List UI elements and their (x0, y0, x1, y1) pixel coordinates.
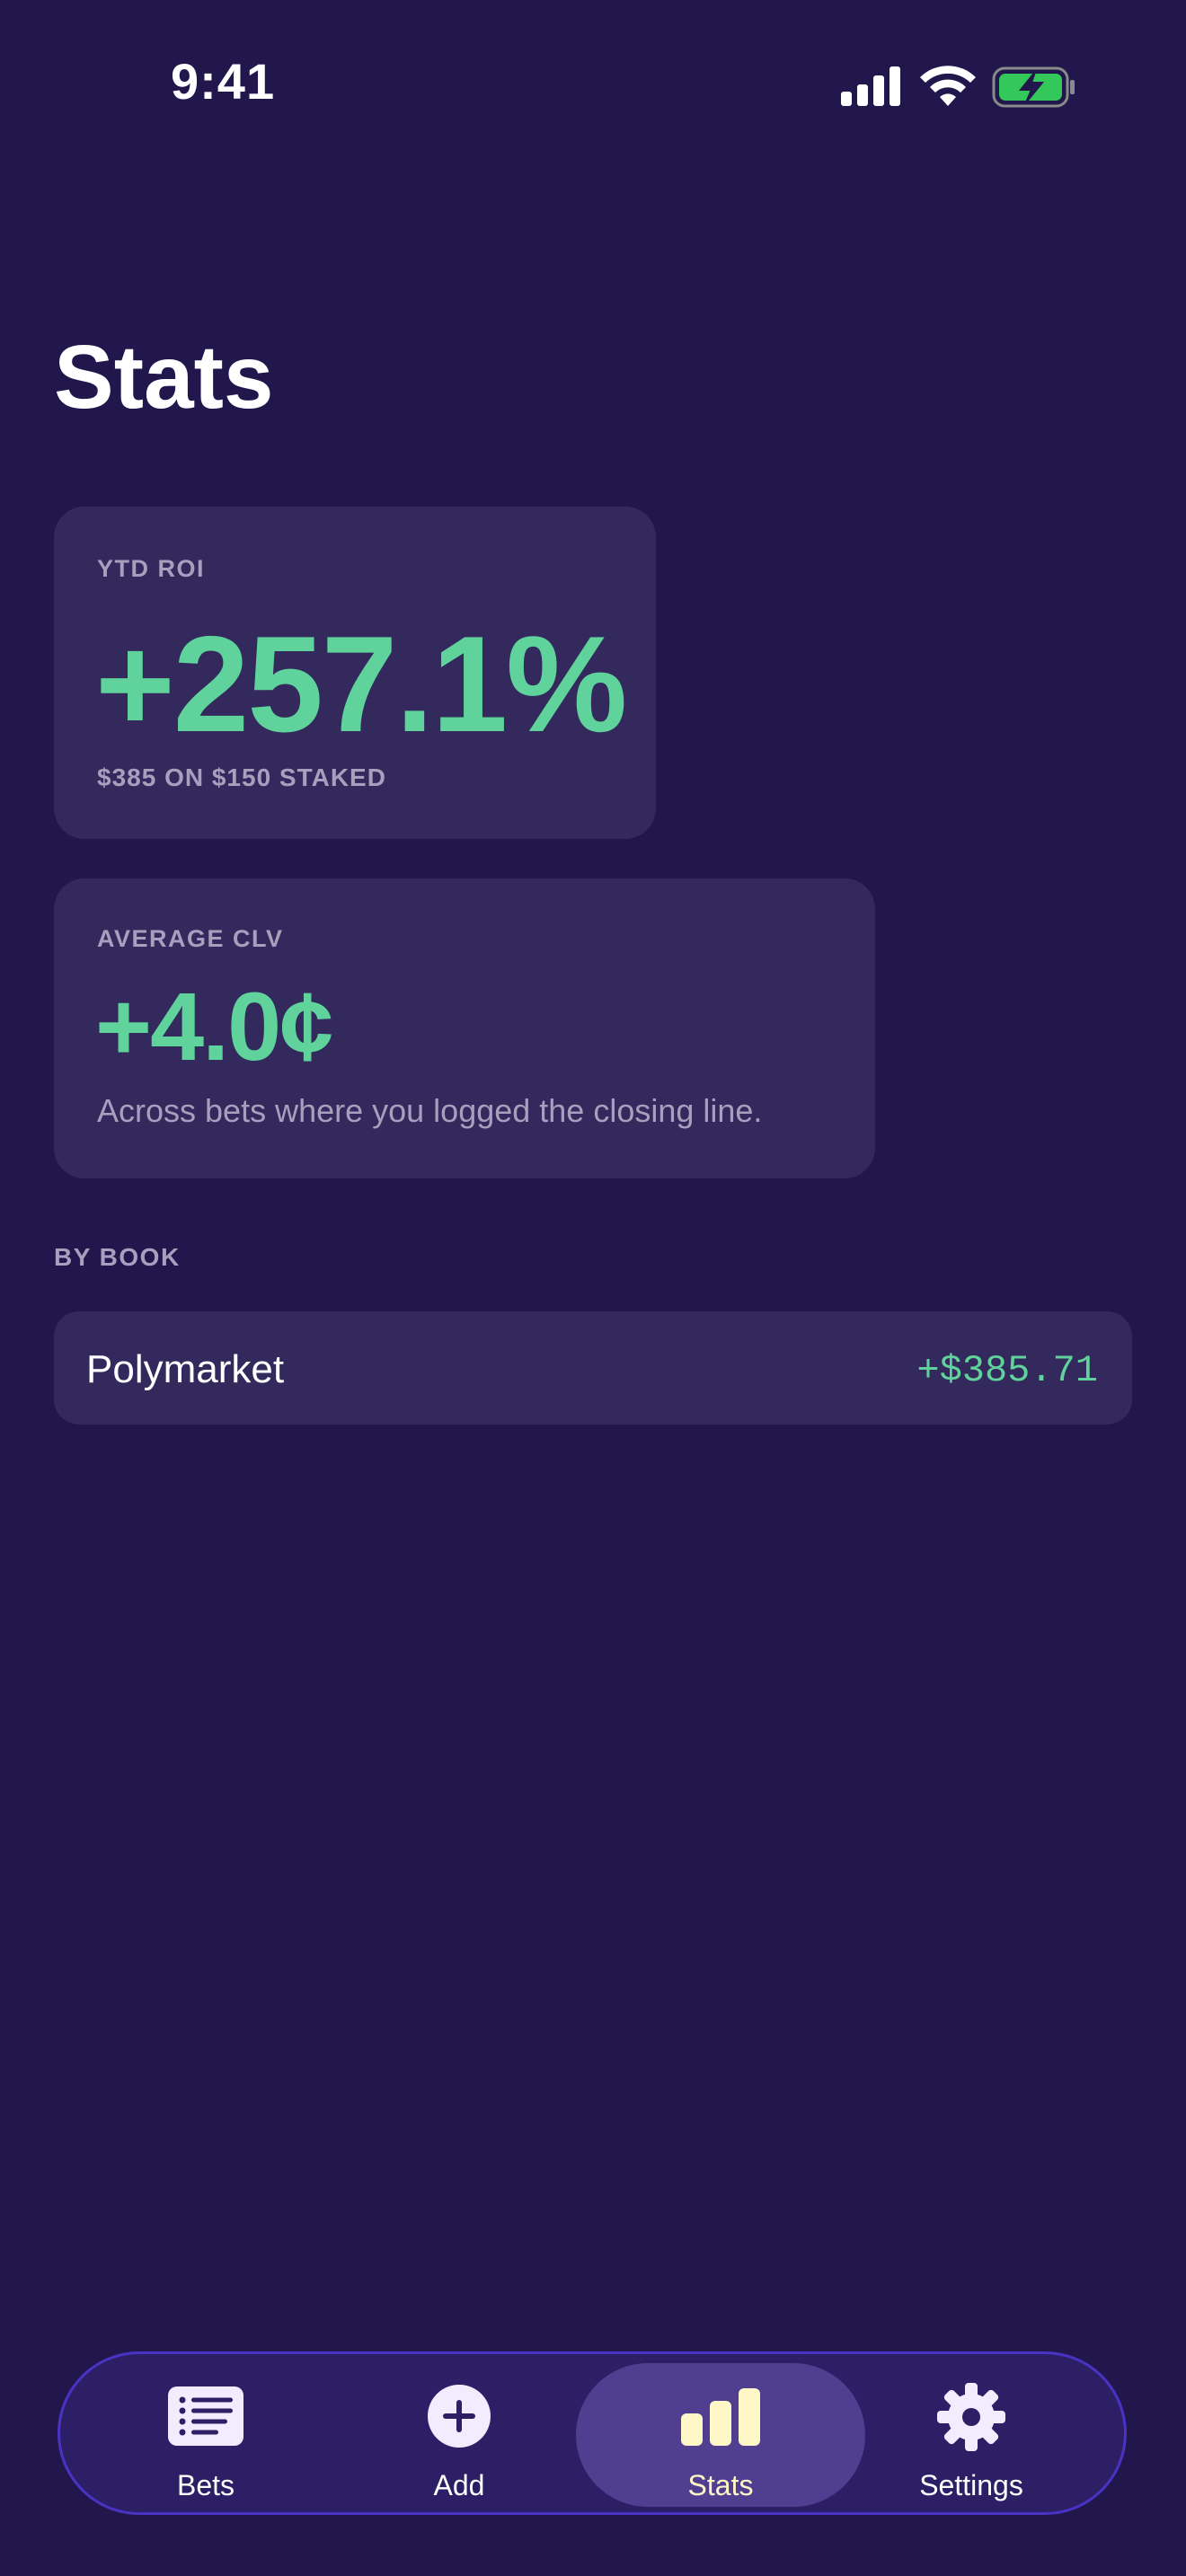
status-time: 9:41 (171, 53, 276, 110)
tab-bets[interactable]: Bets (62, 2363, 350, 2507)
ytd-roi-subtitle: $385 ON $150 STAKED (97, 763, 386, 791)
book-amount: +$385.71 (916, 1349, 1098, 1392)
average-clv-card: AVERAGE CLV +4.0¢ Across bets where you … (54, 878, 875, 1178)
battery-charging-icon (992, 66, 1075, 108)
list-icon (168, 2386, 243, 2446)
book-name: Polymarket (86, 1347, 285, 1391)
tab-settings[interactable]: Settings (828, 2363, 1115, 2507)
status-bar: 9:41 (0, 0, 1186, 171)
tab-bar: Bets Add Stats Settings (58, 2351, 1127, 2515)
cellular-signal-icon (841, 66, 900, 106)
average-clv-description: Across bets where you logged the closing… (97, 1092, 763, 1129)
by-book-header: BY BOOK (54, 1243, 181, 1271)
book-row-polymarket[interactable]: Polymarket +$385.71 (54, 1311, 1132, 1425)
ytd-roi-value: +257.1% (95, 608, 627, 761)
plus-circle-icon (428, 2385, 491, 2448)
ytd-roi-card: YTD ROI +257.1% $385 ON $150 STAKED (54, 507, 656, 839)
average-clv-value: +4.0¢ (95, 972, 333, 1081)
ytd-roi-label: YTD ROI (97, 555, 206, 582)
gear-icon (937, 2383, 1005, 2451)
tab-stats-label: Stats (687, 2469, 754, 2501)
tab-stats[interactable]: Stats (576, 2363, 865, 2507)
page-title: Stats (54, 327, 274, 428)
tab-bets-label: Bets (176, 2469, 235, 2501)
tab-settings-label: Settings (919, 2469, 1023, 2501)
wifi-icon (920, 66, 976, 106)
tab-add-label: Add (433, 2469, 485, 2501)
average-clv-label: AVERAGE CLV (97, 925, 284, 952)
bar-chart-icon (681, 2388, 760, 2446)
tab-add[interactable]: Add (315, 2363, 603, 2507)
